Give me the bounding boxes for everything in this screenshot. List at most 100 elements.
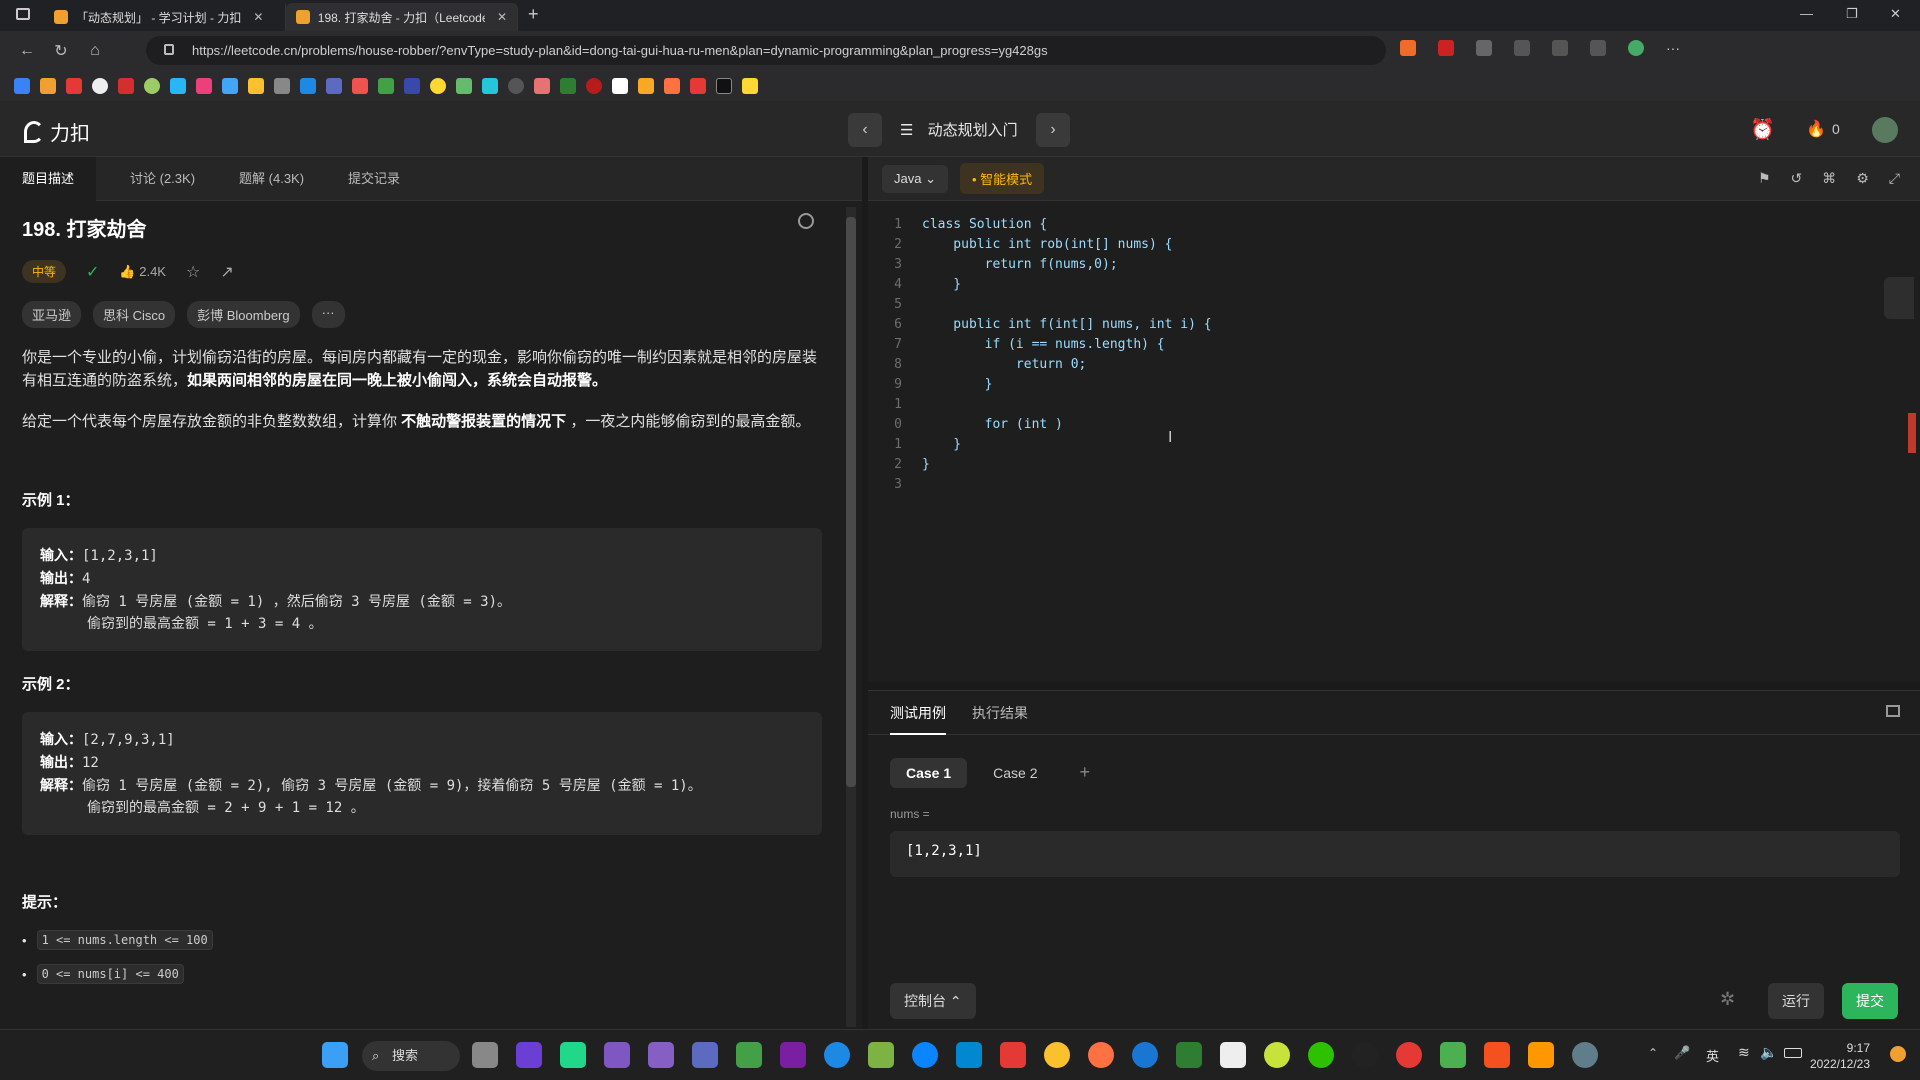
- bookmark-icon[interactable]: [144, 78, 160, 94]
- taskbar-clock[interactable]: 9:17 2022/12/23: [1810, 1040, 1870, 1072]
- brave-shield-icon[interactable]: [1400, 40, 1416, 56]
- app-icon[interactable]: [956, 1042, 982, 1068]
- bookmark-icon[interactable]: [196, 78, 212, 94]
- app-icon[interactable]: [1132, 1042, 1158, 1068]
- back-icon[interactable]: ←: [10, 42, 44, 60]
- study-plan-title[interactable]: ☰ 动态规划入门: [900, 119, 1018, 140]
- console-button[interactable]: 控制台 ⌃: [890, 983, 976, 1019]
- github-icon[interactable]: [92, 78, 108, 94]
- bookmark-icon[interactable]: [352, 78, 368, 94]
- volume-icon[interactable]: 🔈: [1760, 1044, 1777, 1061]
- new-tab-button[interactable]: +: [518, 4, 549, 31]
- app-icon[interactable]: [1440, 1042, 1466, 1068]
- alarm-clock-icon[interactable]: ⏰: [1750, 117, 1775, 142]
- chrome-icon[interactable]: [1044, 1042, 1070, 1068]
- nums-input[interactable]: [1,2,3,1]: [890, 831, 1900, 877]
- app-icon[interactable]: [1528, 1042, 1554, 1068]
- next-problem-button[interactable]: ›: [1036, 113, 1070, 147]
- problem-scrollbar[interactable]: [846, 207, 856, 1027]
- app-icon[interactable]: [1484, 1042, 1510, 1068]
- restore-icon[interactable]: ❐: [1846, 6, 1858, 22]
- tab-testcase[interactable]: 测试用例: [890, 703, 946, 735]
- bookmark-icon[interactable]: [404, 78, 420, 94]
- reload-icon[interactable]: ↻: [44, 41, 78, 61]
- pycharm-icon[interactable]: [560, 1042, 586, 1068]
- taskbar-search[interactable]: ⌕ 搜索: [362, 1041, 460, 1071]
- tab-discussion[interactable]: 讨论 (2.3K): [108, 157, 217, 201]
- streak-fire-icon[interactable]: 🔥: [1806, 119, 1826, 139]
- puzzle-icon[interactable]: [1514, 40, 1530, 56]
- bookmark-icon[interactable]: [274, 78, 290, 94]
- qq-icon[interactable]: [1352, 1042, 1378, 1068]
- wifi-icon[interactable]: ≋: [1738, 1044, 1750, 1061]
- app-icon[interactable]: [824, 1042, 850, 1068]
- tab-submissions[interactable]: 提交记录: [326, 157, 422, 201]
- battery-icon[interactable]: [1784, 1048, 1802, 1058]
- company-tag[interactable]: 思科 Cisco: [93, 301, 176, 328]
- bookmark-icon[interactable]: [690, 78, 706, 94]
- bookmark-icon[interactable]: [456, 78, 472, 94]
- excel-icon[interactable]: [1176, 1042, 1202, 1068]
- jetbrains-icon[interactable]: [516, 1042, 542, 1068]
- leetcode-logo[interactable]: 力扣: [24, 117, 90, 146]
- case-tab[interactable]: Case 1: [890, 757, 968, 788]
- app-icon[interactable]: [1264, 1042, 1290, 1068]
- bookmark-icon[interactable]: [534, 78, 550, 94]
- tab-solutions[interactable]: 题解 (4.3K): [217, 157, 326, 201]
- app-icon[interactable]: [780, 1042, 806, 1068]
- language-select[interactable]: Java ⌄: [882, 164, 948, 193]
- shortcut-icon[interactable]: ⌘: [1822, 170, 1836, 187]
- goland-icon[interactable]: [604, 1042, 630, 1068]
- folder-icon[interactable]: [638, 78, 654, 94]
- tab-result[interactable]: 执行结果: [972, 703, 1028, 723]
- visual-studio-icon[interactable]: [648, 1042, 674, 1068]
- chrome-icon[interactable]: [430, 78, 446, 94]
- bookmark-icon[interactable]: [14, 78, 30, 94]
- bookmark-icon[interactable]: [66, 78, 82, 94]
- fullscreen-icon[interactable]: ⤢: [1889, 170, 1900, 187]
- bookmark-icon[interactable]: [170, 78, 186, 94]
- app-icon[interactable]: [868, 1042, 894, 1068]
- reset-icon[interactable]: ↺: [1791, 170, 1803, 187]
- bookmark-icon[interactable]: [482, 78, 498, 94]
- close-tab-icon[interactable]: ✕: [253, 10, 263, 24]
- typora-icon[interactable]: [1220, 1042, 1246, 1068]
- company-tag[interactable]: 亚马逊: [22, 301, 82, 328]
- add-case-button[interactable]: +: [1064, 755, 1107, 790]
- collapse-panel-icon[interactable]: [1886, 705, 1900, 717]
- tab-description[interactable]: 题目描述: [0, 156, 97, 201]
- tab-actions-icon[interactable]: [16, 8, 30, 20]
- bookmark-icon[interactable]: [222, 78, 238, 94]
- window-close-icon[interactable]: ✕: [1890, 6, 1901, 22]
- smart-mode-toggle[interactable]: • 智能模式: [960, 163, 1045, 194]
- bookmark-icon[interactable]: [40, 78, 56, 94]
- bookmark-icon[interactable]: [612, 78, 628, 94]
- bookmark-icon[interactable]: [300, 78, 316, 94]
- windows-start-icon[interactable]: [322, 1042, 348, 1068]
- excel-icon[interactable]: [560, 78, 576, 94]
- debug-bug-icon[interactable]: ✲: [1720, 989, 1735, 1010]
- bookmark-icon[interactable]: [118, 78, 134, 94]
- extension-icon[interactable]: [1476, 40, 1492, 56]
- edge-icon[interactable]: [912, 1042, 938, 1068]
- user-avatar[interactable]: [1872, 117, 1898, 143]
- extension-red-icon[interactable]: [1438, 40, 1454, 56]
- side-file-icon[interactable]: [1884, 277, 1914, 319]
- app-icon[interactable]: [1000, 1042, 1026, 1068]
- microphone-icon[interactable]: 🎤: [1674, 1045, 1690, 1061]
- close-tab-icon[interactable]: ✕: [497, 10, 507, 24]
- minimize-icon[interactable]: —: [1800, 6, 1813, 21]
- browser-tab-active[interactable]: 198. 打家劫舍 - 力扣（Leetcode） ✕: [286, 3, 518, 31]
- more-tags-button[interactable]: ···: [311, 301, 345, 328]
- app-icon[interactable]: [1572, 1042, 1598, 1068]
- firefox-icon[interactable]: [1088, 1042, 1114, 1068]
- case-tab[interactable]: Case 2: [977, 758, 1053, 788]
- like-button[interactable]: 👍 2.4K: [119, 264, 166, 280]
- tiktok-icon[interactable]: [716, 78, 732, 94]
- tray-chevron-icon[interactable]: ⌃: [1648, 1046, 1658, 1060]
- prev-problem-button[interactable]: ‹: [848, 113, 882, 147]
- favorites-icon[interactable]: [1552, 40, 1568, 56]
- app-icon[interactable]: [736, 1042, 762, 1068]
- company-tag[interactable]: 彭博 Bloomberg: [187, 301, 300, 328]
- star-icon[interactable]: ☆: [186, 262, 200, 282]
